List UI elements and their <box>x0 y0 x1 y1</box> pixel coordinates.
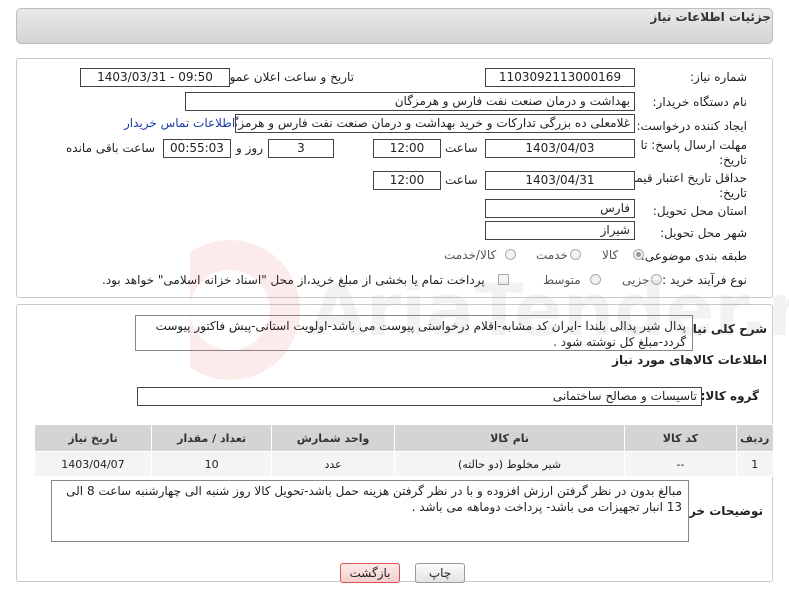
purchase-radio-medium[interactable] <box>590 274 601 285</box>
purchase-type-label: نوع فرآیند خرید : <box>662 273 747 287</box>
description-textarea: پدال شیر پدالی بلندا -ایران کد مشابه-اقل… <box>135 315 693 351</box>
buyer-contact-link[interactable]: اطلاعات تماس خریدار <box>124 116 235 130</box>
treasury-payment-note: پرداخت تمام یا بخشی از مبلغ خرید،از محل … <box>102 273 485 287</box>
category-radio-goods-service[interactable] <box>505 249 516 260</box>
validity-time-field: 12:00 <box>373 171 441 190</box>
buyer-field: بهداشت و درمان صنعت نفت فارس و هرمزگان <box>185 92 635 111</box>
city-label: شهر محل تحویل: <box>660 226 747 240</box>
col-date: تاریخ نیاز <box>34 424 152 452</box>
col-row: ردیف <box>735 424 775 452</box>
category-radio-goods[interactable] <box>633 249 644 260</box>
need-number-field: 1103092113000169 <box>485 68 635 87</box>
category-label: طبقه بندی موضوعی: <box>640 249 747 263</box>
creator-field: غلامعلی ده بزرگی تدارکات و خرید بهداشت و… <box>235 114 635 133</box>
description-label: شرح کلی نیاز: <box>681 322 767 336</box>
table-row: 1 -- شیر مخلوط (دو حالته) عدد 10 1403/04… <box>34 451 775 477</box>
purchase-radio-minor[interactable] <box>651 274 662 285</box>
province-label: استان محل تحویل: <box>652 204 747 218</box>
remaining-time-label: ساعت باقی مانده <box>66 141 156 155</box>
cell-name: شیر مخلوط (دو حالته) <box>393 451 626 477</box>
category-option-goods: کالا <box>602 248 619 262</box>
deadline-time-label: ساعت <box>445 141 478 155</box>
city-field: شیراز <box>485 221 635 240</box>
deadline-date-field: 1403/04/03 <box>485 139 635 158</box>
goods-group-label: گروه کالا: <box>700 389 759 403</box>
validity-time-label: ساعت <box>445 173 478 187</box>
deadline-date-label: تاریخ: <box>719 153 747 167</box>
goods-table: ردیف کد کالا نام کالا واحد شمارش تعداد /… <box>34 424 775 477</box>
back-button[interactable]: بازگشت <box>340 563 400 583</box>
treasury-payment-checkbox[interactable] <box>498 274 509 285</box>
days-remaining-field: 3 <box>268 139 334 158</box>
deadline-label: مهلت ارسال پاسخ: تا <box>640 138 747 152</box>
cell-code: -- <box>624 451 737 477</box>
announce-datetime-field: 1403/03/31 - 09:50 <box>80 68 230 87</box>
col-qty: تعداد / مقدار <box>150 424 273 452</box>
buyer-notes-textarea: مبالغ بدون در نظر گرفتن ارزش افزوده و با… <box>51 480 689 542</box>
goods-group-field: تاسیسات و مصالح ساختمانی <box>137 387 702 406</box>
col-name: نام کالا <box>393 424 626 452</box>
cell-row: 1 <box>735 451 775 477</box>
need-number-label: شماره نیاز: <box>690 70 747 84</box>
purchase-option-medium: متوسط <box>543 273 581 287</box>
remaining-time-field: 00:55:03 <box>163 139 231 158</box>
creator-label: ایجاد کننده درخواست: <box>636 119 747 133</box>
announce-datetime-label: تاریخ و ساعت اعلان عمومی: <box>209 70 354 84</box>
purchase-option-minor: جزیی <box>622 273 650 287</box>
cell-qty: 10 <box>150 451 273 477</box>
cell-unit: عدد <box>271 451 395 477</box>
goods-section-title: اطلاعات کالاهای مورد نیاز <box>612 353 767 367</box>
category-option-service: خدمت <box>536 248 568 262</box>
days-label: روز و <box>236 141 263 155</box>
category-radio-service[interactable] <box>570 249 581 260</box>
cell-date: 1403/04/07 <box>34 451 152 477</box>
buyer-label: نام دستگاه خریدار: <box>652 95 748 109</box>
col-code: کد کالا <box>624 424 737 452</box>
validity-date-label: تاریخ: <box>719 186 747 200</box>
print-button[interactable]: چاپ <box>415 563 465 583</box>
goods-table-header: ردیف کد کالا نام کالا واحد شمارش تعداد /… <box>34 424 775 452</box>
col-unit: واحد شمارش <box>271 424 395 452</box>
page-title: جزئیات اطلاعات نیاز <box>650 10 771 24</box>
category-option-goods-service: کالا/خدمت <box>444 248 497 262</box>
validity-date-field: 1403/04/31 <box>485 171 635 190</box>
province-field: فارس <box>485 199 635 218</box>
deadline-time-field: 12:00 <box>373 139 441 158</box>
